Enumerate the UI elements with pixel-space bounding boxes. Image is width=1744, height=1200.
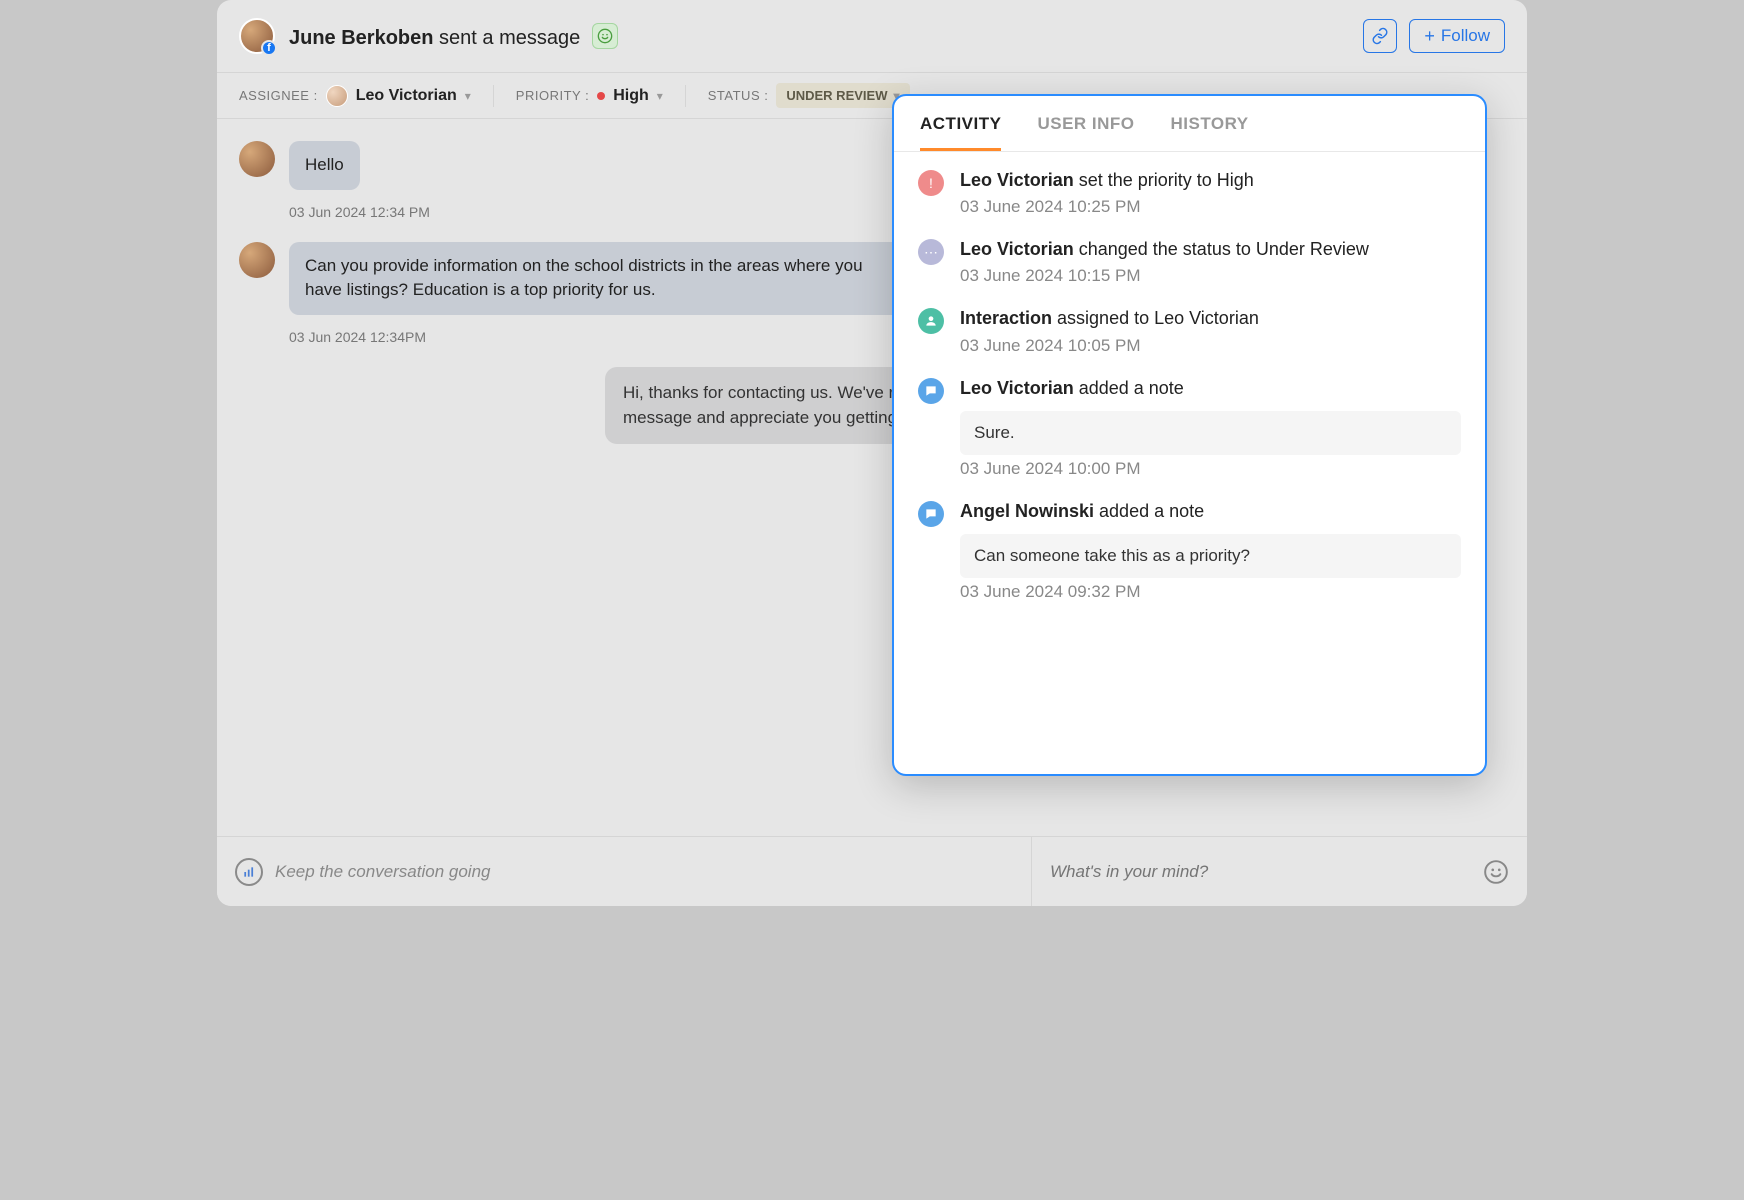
- assignee-avatar: [326, 85, 348, 107]
- customer-avatar: [239, 141, 275, 177]
- title-suffix: sent a message: [439, 27, 580, 49]
- panel-tabs: ACTIVITY USER INFO HISTORY: [894, 96, 1485, 152]
- note-icon: [918, 501, 944, 527]
- activity-item: Leo Victorian added a note Sure. 03 June…: [918, 376, 1461, 479]
- activity-time: 03 June 2024 09:32 PM: [960, 582, 1461, 602]
- note-icon: [918, 378, 944, 404]
- tab-history[interactable]: HISTORY: [1171, 114, 1249, 151]
- activity-item: ! Leo Victorian set the priority to High…: [918, 168, 1461, 217]
- activity-item: Angel Nowinski added a note Can someone …: [918, 499, 1461, 602]
- activity-item: Interaction assigned to Leo Victorian 03…: [918, 306, 1461, 355]
- activity-actor: Leo Victorian: [960, 239, 1074, 259]
- activity-note: Sure.: [960, 411, 1461, 455]
- incoming-message: Can you provide information on the schoo…: [289, 242, 909, 315]
- copy-link-button[interactable]: [1363, 19, 1397, 53]
- smiley-icon: [597, 28, 613, 44]
- facebook-badge-icon: f: [261, 40, 277, 56]
- activity-time: 03 June 2024 10:00 PM: [960, 459, 1461, 479]
- footer: Keep the conversation going: [217, 836, 1527, 906]
- sender-name: June Berkoben: [289, 27, 433, 49]
- assignee-name: Leo Victorian: [356, 87, 457, 105]
- customer-avatar: [239, 242, 275, 278]
- activity-action: added a note: [1079, 378, 1184, 398]
- status-value: UNDER REVIEW: [786, 88, 887, 103]
- conversation-prompt-text: Keep the conversation going: [275, 862, 491, 882]
- chevron-down-icon: ▾: [465, 89, 471, 103]
- assigned-icon: [918, 308, 944, 334]
- activity-action: assigned to Leo Victorian: [1057, 308, 1259, 328]
- emoji-button[interactable]: [1483, 859, 1509, 885]
- priority-label: PRIORITY :: [516, 88, 589, 103]
- divider: [493, 85, 494, 107]
- activity-actor: Leo Victorian: [960, 378, 1074, 398]
- divider: [685, 85, 686, 107]
- smiley-icon: [1483, 859, 1509, 885]
- priority-selector[interactable]: PRIORITY : High ▾: [516, 87, 663, 105]
- activity-time: 03 June 2024 10:05 PM: [960, 336, 1461, 356]
- assignee-selector[interactable]: ASSIGNEE : Leo Victorian ▾: [239, 85, 471, 107]
- compose-input[interactable]: [1050, 862, 1483, 882]
- status-label: STATUS :: [708, 88, 769, 103]
- activity-actor: Interaction: [960, 308, 1052, 328]
- plus-icon: +: [1424, 27, 1435, 45]
- link-icon: [1371, 27, 1389, 45]
- priority-value: High: [613, 87, 649, 105]
- activity-action: changed the status to Under Review: [1079, 239, 1369, 259]
- sentiment-badge: [592, 23, 618, 49]
- conversation-title: June Berkoben sent a message: [289, 23, 618, 50]
- activity-action: set the priority to High: [1079, 170, 1254, 190]
- activity-action: added a note: [1099, 501, 1204, 521]
- activity-item: ⋯ Leo Victorian changed the status to Un…: [918, 237, 1461, 286]
- activity-time: 03 June 2024 10:15 PM: [960, 266, 1461, 286]
- chevron-down-icon: ▾: [657, 89, 663, 103]
- activity-time: 03 June 2024 10:25 PM: [960, 197, 1461, 217]
- assignee-label: ASSIGNEE :: [239, 88, 318, 103]
- status-change-icon: ⋯: [918, 239, 944, 265]
- sender-avatar: f: [239, 18, 275, 54]
- follow-label: Follow: [1441, 26, 1490, 46]
- conversation-prompt[interactable]: Keep the conversation going: [217, 837, 1032, 906]
- priority-dot-icon: [597, 92, 605, 100]
- activity-panel: ACTIVITY USER INFO HISTORY ! Leo Victori…: [892, 94, 1487, 776]
- conversation-header: f June Berkoben sent a message + Follow: [217, 0, 1527, 73]
- follow-button[interactable]: + Follow: [1409, 19, 1505, 53]
- priority-icon: !: [918, 170, 944, 196]
- incoming-message: Hello: [289, 141, 360, 190]
- activity-list: ! Leo Victorian set the priority to High…: [894, 152, 1485, 774]
- activity-actor: Leo Victorian: [960, 170, 1074, 190]
- status-selector[interactable]: STATUS : UNDER REVIEW ▾: [708, 83, 910, 108]
- analytics-icon: [235, 858, 263, 886]
- activity-note: Can someone take this as a priority?: [960, 534, 1461, 578]
- compose-area: [1032, 837, 1527, 906]
- activity-actor: Angel Nowinski: [960, 501, 1094, 521]
- tab-activity[interactable]: ACTIVITY: [920, 114, 1001, 151]
- tab-user-info[interactable]: USER INFO: [1037, 114, 1134, 151]
